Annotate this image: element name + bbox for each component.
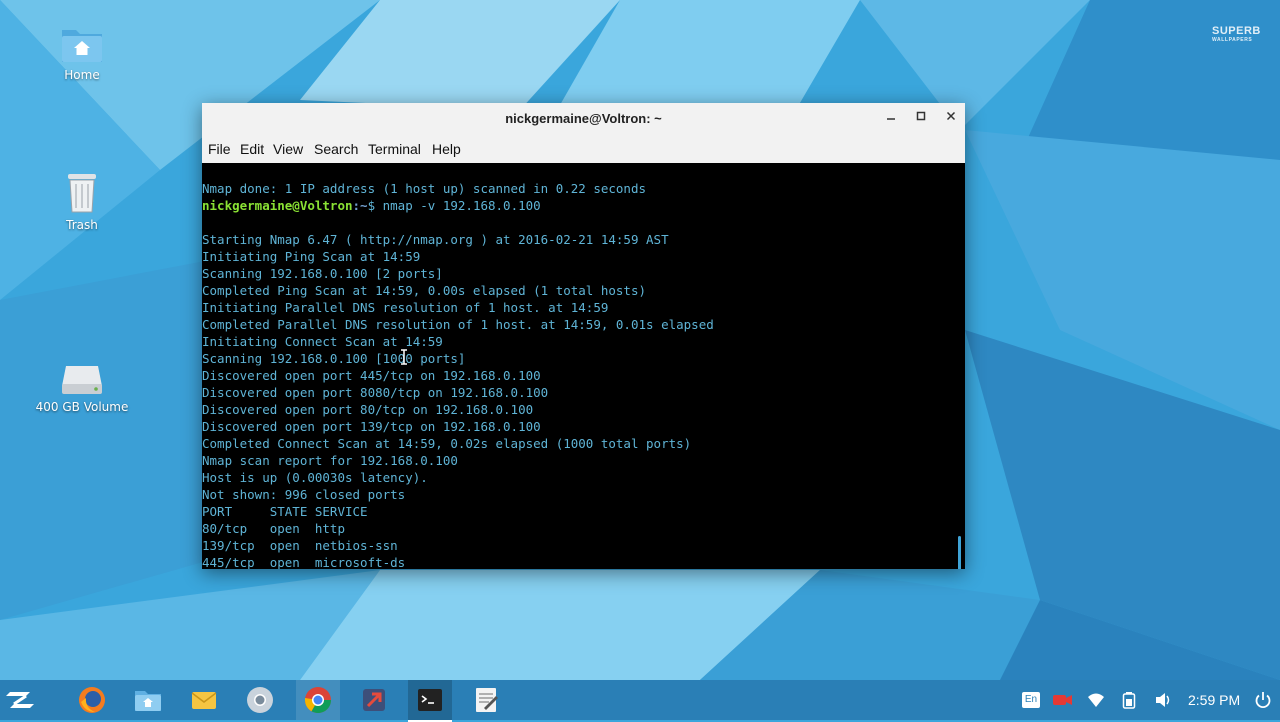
terminal-line: Initiating Connect Scan at 14:59 — [202, 334, 443, 349]
menu-help[interactable]: Help — [432, 141, 461, 157]
terminal-line: Discovered open port 139/tcp on 192.168.… — [202, 419, 541, 434]
terminal-output[interactable]: Nmap done: 1 IP address (1 host up) scan… — [202, 163, 965, 569]
desktop-icon-home[interactable]: Home — [32, 24, 132, 82]
desktop-icon-label: Home — [64, 68, 100, 82]
terminal-line: Completed Ping Scan at 14:59, 0.00s elap… — [202, 283, 647, 298]
screen-recorder-icon[interactable] — [1052, 692, 1074, 708]
terminal-line: Nmap scan report for 192.168.0.100 — [202, 453, 458, 468]
terminal-menubar: File Edit View Search Terminal Help — [202, 133, 965, 163]
terminal-line: Initiating Ping Scan at 14:59 — [202, 249, 421, 264]
folder-home-icon — [62, 30, 102, 62]
close-button[interactable] — [942, 109, 960, 127]
menu-edit[interactable]: Edit — [240, 141, 264, 157]
volume-icon[interactable] — [1154, 691, 1172, 709]
watermark-line1: SUPERB — [1212, 25, 1261, 37]
terminal-line: 80/tcp open http — [202, 521, 345, 536]
text-cursor-icon — [401, 349, 407, 365]
prompt-command: nmap -v 192.168.0.100 — [375, 198, 541, 213]
wifi-icon[interactable] — [1086, 691, 1106, 709]
hard-drive-icon — [62, 366, 102, 394]
terminal-line: Discovered open port 445/tcp on 192.168.… — [202, 368, 541, 383]
window-titlebar[interactable]: nickgermaine@Voltron: ~ — [202, 103, 965, 133]
wallpaper-watermark: SUPERB WALLPAPERS — [1212, 26, 1261, 43]
terminal-line: Completed Connect Scan at 14:59, 0.02s e… — [202, 436, 692, 451]
watermark-line2: WALLPAPERS — [1212, 37, 1253, 43]
chromium-icon[interactable] — [244, 684, 276, 716]
menu-terminal[interactable]: Terminal — [368, 141, 421, 157]
desktop-icon-volume[interactable]: 400 GB Volume — [32, 364, 132, 414]
prompt-user: nickgermaine@Voltron — [202, 198, 353, 213]
battery-icon[interactable] — [1122, 691, 1136, 709]
terminal-line: Starting Nmap 6.47 ( http://nmap.org ) a… — [202, 232, 669, 247]
terminal-window[interactable]: nickgermaine@Voltron: ~ File Edit View S… — [202, 103, 965, 569]
terminal-line: Completed Parallel DNS resolution of 1 h… — [202, 317, 714, 332]
firefox-icon[interactable] — [76, 684, 108, 716]
desktop-icon-label: 400 GB Volume — [35, 400, 129, 414]
prompt-path: :~ — [352, 198, 368, 213]
taskbar: En 2:59 PM — [0, 680, 1280, 722]
minimize-button[interactable] — [882, 109, 900, 127]
terminal-line: 139/tcp open netbios-ssn — [202, 538, 398, 553]
minimize-icon — [887, 118, 895, 120]
mail-icon[interactable] — [188, 684, 220, 716]
prompt-line: nickgermaine@Voltron:~$ nmap -v 192.168.… — [202, 197, 541, 214]
maximize-icon — [916, 111, 926, 121]
power-icon[interactable] — [1254, 691, 1272, 709]
zorin-menu-icon[interactable] — [4, 684, 36, 716]
text-editor-icon[interactable] — [470, 684, 502, 716]
terminal-line: Host is up (0.00030s latency). — [202, 470, 428, 485]
prompt-symbol: $ — [367, 198, 376, 213]
terminal-line: Initiating Parallel DNS resolution of 1 … — [202, 300, 609, 315]
trash-icon — [68, 174, 96, 213]
desktop-icon-label: Trash — [66, 218, 98, 232]
chrome-icon[interactable] — [302, 684, 334, 716]
window-title: nickgermaine@Voltron: ~ — [505, 111, 662, 126]
files-icon[interactable] — [132, 684, 164, 716]
terminal-line: Discovered open port 80/tcp on 192.168.0… — [202, 402, 534, 417]
close-icon — [946, 111, 956, 121]
desktop-icon-trash[interactable]: Trash — [32, 170, 132, 232]
scrollbar-thumb[interactable] — [958, 536, 961, 569]
menu-file[interactable]: File — [208, 141, 231, 157]
maximize-button[interactable] — [912, 109, 930, 127]
terminal-line: PORT STATE SERVICE — [202, 504, 368, 519]
system-tool-icon[interactable] — [358, 684, 390, 716]
clock[interactable]: 2:59 PM — [1188, 692, 1240, 708]
menu-view[interactable]: View — [273, 141, 303, 157]
terminal-line: Scanning 192.168.0.100 [2 ports] — [202, 266, 443, 281]
terminal-line: Not shown: 996 closed ports — [202, 487, 406, 502]
keyboard-layout-indicator[interactable]: En — [1022, 692, 1040, 708]
terminal-line: 445/tcp open microsoft-ds — [202, 555, 406, 569]
terminal-icon[interactable] — [414, 684, 446, 716]
terminal-line: Discovered open port 8080/tcp on 192.168… — [202, 385, 549, 400]
terminal-line: Nmap done: 1 IP address (1 host up) scan… — [202, 181, 647, 196]
terminal-line: Scanning 192.168.0.100 [1000 ports] — [202, 351, 466, 366]
menu-search[interactable]: Search — [314, 141, 358, 157]
